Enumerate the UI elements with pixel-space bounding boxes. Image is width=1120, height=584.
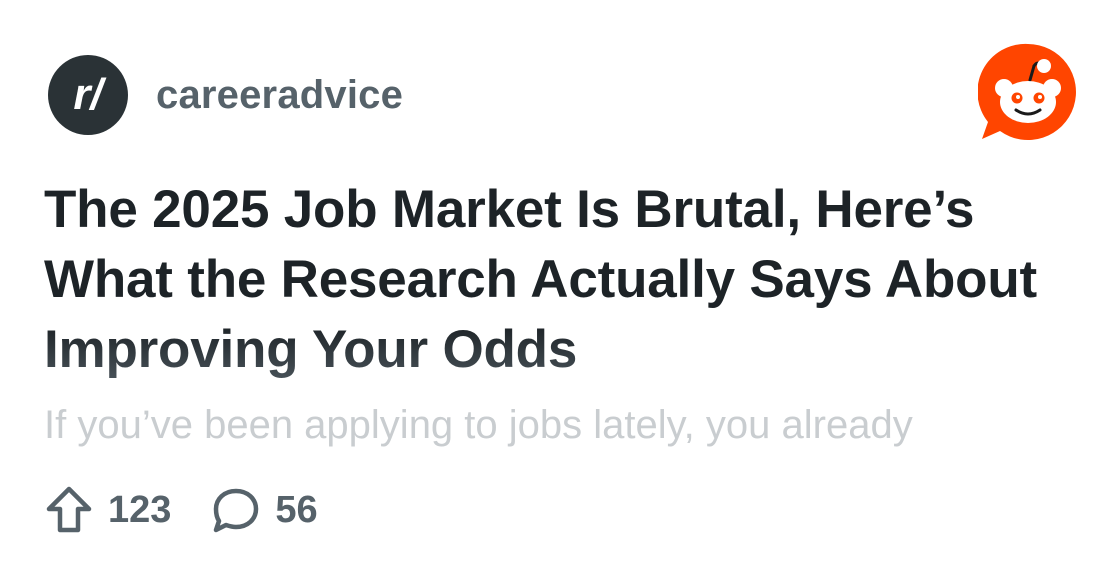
post-preview-text: If you’ve been applying to jobs lately, …	[44, 403, 913, 447]
comment-count: 56	[275, 488, 318, 531]
post-footer: 123 56	[44, 483, 358, 537]
post-header: r/ careeradvice	[48, 55, 403, 135]
upvote-count: 123	[108, 488, 172, 531]
subreddit-avatar-text: r/	[73, 70, 107, 119]
post-title[interactable]: The 2025 Job Market Is Brutal, Here’s Wh…	[44, 175, 1084, 385]
upvote-arrow-icon[interactable]	[44, 485, 94, 535]
comment-bubble-icon[interactable]	[211, 485, 261, 535]
upvote-button[interactable]: 123	[44, 485, 171, 535]
post-card[interactable]: r/ careeradvice The 2025 Job Market Is B…	[0, 0, 1120, 584]
reddit-snoo-icon	[977, 42, 1078, 142]
subreddit-avatar-icon[interactable]: r/	[48, 55, 128, 135]
subreddit-name[interactable]: careeradvice	[156, 73, 403, 118]
comments-button[interactable]: 56	[211, 485, 318, 535]
